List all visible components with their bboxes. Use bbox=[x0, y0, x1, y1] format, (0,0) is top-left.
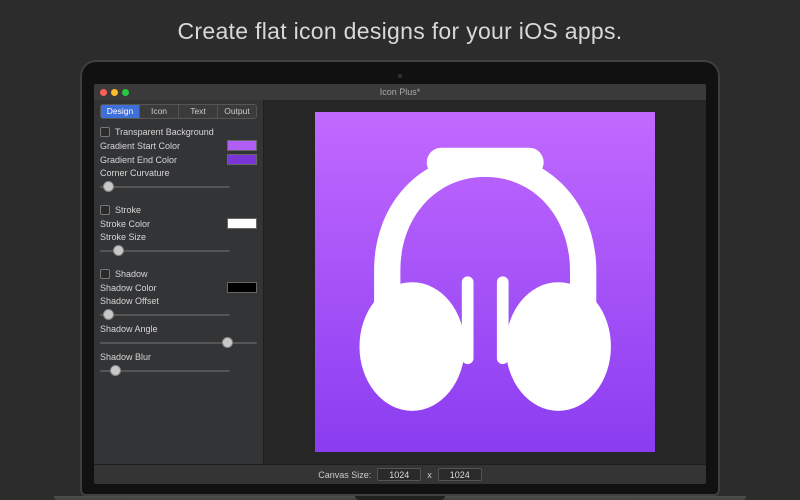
laptop-base bbox=[54, 496, 746, 500]
transparent-bg-checkbox[interactable] bbox=[100, 127, 110, 137]
app-window: Icon Plus* Design Icon Text Output Trans… bbox=[94, 84, 706, 484]
canvas-height-field[interactable]: 1024 bbox=[438, 468, 482, 481]
shadow-row: Shadow bbox=[100, 269, 257, 279]
page-headline: Create flat icon designs for your iOS ap… bbox=[0, 0, 800, 45]
tab-icon[interactable]: Icon bbox=[140, 105, 179, 118]
titlebar[interactable]: Icon Plus* bbox=[94, 84, 706, 100]
shadow-label: Shadow bbox=[115, 269, 148, 279]
shadow-color-row: Shadow Color bbox=[100, 282, 257, 293]
app-body: Design Icon Text Output Transparent Back… bbox=[94, 100, 706, 464]
laptop-bezel: Icon Plus* Design Icon Text Output Trans… bbox=[80, 60, 720, 496]
gradient-end-label: Gradient End Color bbox=[100, 155, 177, 165]
gradient-start-row: Gradient Start Color bbox=[100, 140, 257, 151]
headphones-icon bbox=[339, 136, 631, 428]
slider-knob[interactable] bbox=[222, 337, 233, 348]
inspector-panel: Design Icon Text Output Transparent Back… bbox=[94, 100, 264, 464]
slider-track bbox=[100, 186, 230, 188]
slider-knob[interactable] bbox=[103, 181, 114, 192]
canvas-width-field[interactable]: 1024 bbox=[377, 468, 421, 481]
maximize-icon[interactable] bbox=[122, 89, 129, 96]
tab-design[interactable]: Design bbox=[101, 105, 140, 118]
transparent-bg-row: Transparent Background bbox=[100, 127, 257, 137]
corner-curvature-slider[interactable] bbox=[100, 180, 230, 194]
gradient-end-row: Gradient End Color bbox=[100, 154, 257, 165]
stroke-color-row: Stroke Color bbox=[100, 218, 257, 229]
tab-segmented-control[interactable]: Design Icon Text Output bbox=[100, 104, 257, 119]
slider-knob[interactable] bbox=[113, 245, 124, 256]
tab-text[interactable]: Text bbox=[179, 105, 218, 118]
stroke-checkbox[interactable] bbox=[100, 205, 110, 215]
stroke-color-swatch[interactable] bbox=[227, 218, 257, 229]
shadow-angle-slider[interactable] bbox=[100, 336, 257, 350]
shadow-checkbox[interactable] bbox=[100, 269, 110, 279]
shadow-offset-label: Shadow Offset bbox=[100, 296, 257, 306]
slider-track bbox=[100, 314, 230, 316]
stroke-row: Stroke bbox=[100, 205, 257, 215]
laptop-mockup: Icon Plus* Design Icon Text Output Trans… bbox=[80, 60, 720, 500]
shadow-angle-label: Shadow Angle bbox=[100, 324, 257, 334]
close-icon[interactable] bbox=[100, 89, 107, 96]
shadow-blur-slider[interactable] bbox=[100, 364, 230, 378]
traffic-lights bbox=[100, 89, 129, 96]
stroke-label: Stroke bbox=[115, 205, 141, 215]
corner-curvature-label: Corner Curvature bbox=[100, 168, 257, 178]
minimize-icon[interactable] bbox=[111, 89, 118, 96]
icon-canvas[interactable] bbox=[315, 112, 655, 452]
stroke-color-label: Stroke Color bbox=[100, 219, 150, 229]
slider-knob[interactable] bbox=[103, 309, 114, 320]
gradient-end-swatch[interactable] bbox=[227, 154, 257, 165]
transparent-bg-label: Transparent Background bbox=[115, 127, 214, 137]
shadow-color-label: Shadow Color bbox=[100, 283, 157, 293]
slider-knob[interactable] bbox=[110, 365, 121, 376]
gradient-start-label: Gradient Start Color bbox=[100, 141, 180, 151]
tab-output[interactable]: Output bbox=[218, 105, 256, 118]
gradient-start-swatch[interactable] bbox=[227, 140, 257, 151]
canvas-size-label: Canvas Size: bbox=[318, 470, 371, 480]
footer-bar: Canvas Size: 1024 x 1024 bbox=[94, 464, 706, 484]
canvas-size-by: x bbox=[427, 470, 432, 480]
shadow-color-swatch[interactable] bbox=[227, 282, 257, 293]
stroke-size-label: Stroke Size bbox=[100, 232, 257, 242]
shadow-blur-label: Shadow Blur bbox=[100, 352, 257, 362]
canvas-area bbox=[264, 100, 706, 464]
stroke-size-slider[interactable] bbox=[100, 244, 230, 258]
window-title: Icon Plus* bbox=[380, 87, 421, 97]
shadow-offset-slider[interactable] bbox=[100, 308, 230, 322]
camera-dot bbox=[398, 74, 402, 78]
slider-track bbox=[100, 342, 257, 344]
